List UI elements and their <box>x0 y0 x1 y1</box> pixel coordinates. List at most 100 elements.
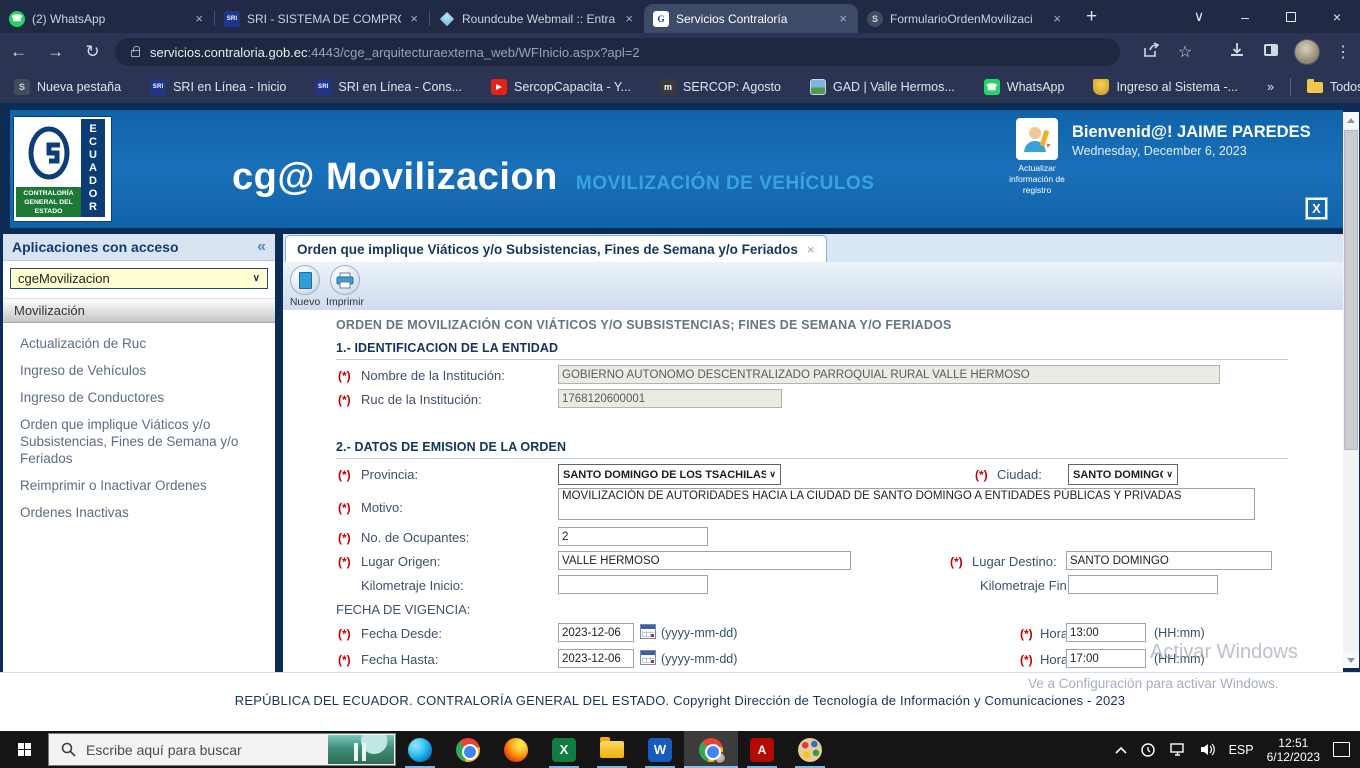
activate-windows-watermark: Activar Windows <box>1150 641 1298 663</box>
taskbar-edge-icon[interactable] <box>396 731 444 768</box>
scrollbar-thumb[interactable] <box>1344 130 1358 450</box>
tab-close-icon[interactable]: × <box>408 11 420 26</box>
tab-close-icon[interactable]: × <box>1051 11 1063 26</box>
nombre-institucion-input[interactable] <box>558 365 1220 384</box>
share-icon[interactable] <box>1134 41 1168 63</box>
tab-close-icon[interactable]: × <box>193 11 205 26</box>
hora-hasta-input[interactable] <box>1066 649 1146 668</box>
forward-icon[interactable]: → <box>37 42 74 62</box>
tab-sri[interactable]: SRI SRI - SISTEMA DE COMPROB × <box>215 4 429 33</box>
sidebar-item-orden-viaticos[interactable]: Orden que implique Viáticos y/o Subsiste… <box>20 416 272 467</box>
imprimir-button[interactable]: Imprimir <box>325 265 365 308</box>
bookmark-nueva-pestana[interactable]: S Nueva pestaña <box>14 79 121 95</box>
tray-expand-icon[interactable] <box>1115 746 1127 754</box>
taskbar-weather-image[interactable] <box>328 735 394 764</box>
vigencia-label: FECHA DE VIGENCIA: <box>336 602 471 617</box>
back-icon[interactable]: ← <box>0 42 37 62</box>
content-tab-bar: Orden que implique Viáticos y/o Subsiste… <box>283 234 1343 262</box>
required-mark: (*) <box>975 468 988 482</box>
taskbar-clock[interactable]: 12:51 6/12/2023 <box>1267 736 1320 764</box>
sidebar-item-ingreso-vehiculos[interactable]: Ingreso de Vehículos <box>20 362 261 379</box>
calendar-icon[interactable] <box>640 624 656 639</box>
calendar-icon[interactable] <box>640 650 656 665</box>
sidebar-item-ingreso-conductores[interactable]: Ingreso de Conductores <box>20 389 261 406</box>
bookmark-star-icon[interactable]: ☆ <box>1168 42 1202 62</box>
provincia-select[interactable]: SANTO DOMINGO DE LOS TSACHILAS ∨ <box>558 464 781 485</box>
ciudad-select[interactable]: SANTO DOMINGO ∨ <box>1068 464 1178 485</box>
ruc-institucion-input[interactable] <box>558 389 782 408</box>
hora-desde-input[interactable] <box>1066 623 1146 642</box>
page-scrollbar[interactable] <box>1343 112 1359 668</box>
content-tab-orden[interactable]: Orden que implique Viáticos y/o Subsiste… <box>285 235 827 262</box>
taskbar-paint-icon[interactable] <box>786 731 834 768</box>
chevron-down-icon: ∨ <box>1166 469 1173 479</box>
bookmark-sri-consultas[interactable]: SRI SRI en Línea - Cons... <box>315 79 462 95</box>
tab-formulario-orden[interactable]: S FormularioOrdenMovilizaci × <box>858 4 1072 33</box>
bookmark-gad-valle-hermoso[interactable]: GAD | Valle Hermos... <box>809 79 955 95</box>
required-mark: (*) <box>338 627 351 641</box>
taskbar-word-icon[interactable]: W <box>636 731 684 768</box>
required-mark: (*) <box>338 468 351 482</box>
bookmark-sercop-agosto[interactable]: m SERCOP: Agosto <box>660 79 781 95</box>
fecha-hasta-label: Fecha Hasta: <box>361 652 439 667</box>
tab-close-icon[interactable]: × <box>623 11 635 26</box>
all-bookmarks-button[interactable]: Todos los marcadores <box>1306 78 1360 94</box>
language-indicator[interactable]: ESP <box>1229 743 1254 757</box>
tab-servicios-contraloria[interactable]: G Servicios Contraloría × <box>644 4 858 33</box>
lock-icon[interactable] <box>131 46 140 57</box>
tray-network-icon[interactable] <box>1169 742 1186 757</box>
taskbar-excel-icon[interactable]: X <box>540 731 588 768</box>
tray-clock-icon[interactable] <box>1140 742 1156 758</box>
application-select[interactable]: cgeMovilizacion ∨ <box>10 268 268 289</box>
sidebar-item-reimprimir-inactivar[interactable]: Reimprimir o Inactivar Ordenes <box>20 477 261 494</box>
taskbar-chrome-icon[interactable] <box>444 731 492 768</box>
side-panel-icon[interactable] <box>1254 43 1288 61</box>
download-icon[interactable] <box>1220 42 1254 63</box>
tab-roundcube[interactable]: Roundcube Webmail :: Entra × <box>430 4 644 33</box>
lugar-origen-input[interactable] <box>558 551 851 570</box>
minimize-button[interactable]: – <box>1222 0 1268 33</box>
reload-icon[interactable]: ↻ <box>74 42 111 62</box>
nuevo-button[interactable]: Nuevo <box>285 265 325 308</box>
collapse-sidebar-icon[interactable]: « <box>257 238 266 256</box>
fecha-hasta-input[interactable] <box>558 649 634 668</box>
menu-dots-icon[interactable]: ⋮ <box>1326 42 1360 62</box>
scroll-up-button[interactable] <box>1343 112 1359 128</box>
close-window-button[interactable]: × <box>1314 0 1360 33</box>
content-tab-close-icon[interactable]: × <box>807 242 815 257</box>
scroll-down-button[interactable] <box>1343 652 1359 668</box>
notification-icon[interactable] <box>1333 742 1350 757</box>
new-tab-button[interactable]: + <box>1086 6 1097 28</box>
update-registration-link[interactable]: Actualizar información de registro <box>1002 163 1072 196</box>
bookmark-whatsapp[interactable]: ☎ WhatsApp <box>983 79 1064 95</box>
tab-close-icon[interactable]: × <box>837 11 849 26</box>
windows-start-button[interactable] <box>0 731 48 768</box>
taskbar-firefox-icon[interactable] <box>492 731 540 768</box>
tab-whatsapp[interactable]: ☎ (2) WhatsApp × <box>0 4 214 33</box>
fecha-desde-label: Fecha Desde: <box>361 626 442 641</box>
ocupantes-input[interactable] <box>558 527 708 546</box>
tab-search-chevron[interactable]: ∨ <box>1176 0 1222 33</box>
km-inicio-input[interactable] <box>558 575 708 594</box>
sidebar-group-movilizacion[interactable]: Movilización <box>3 298 275 323</box>
km-fin-input[interactable] <box>1068 575 1218 594</box>
sidebar-item-actualizacion-ruc[interactable]: Actualización de Ruc <box>20 335 261 352</box>
bookmarks-overflow-icon[interactable]: » <box>1267 80 1274 94</box>
taskbar-acrobat-icon[interactable]: A <box>738 731 786 768</box>
taskbar-explorer-icon[interactable] <box>588 731 636 768</box>
taskbar-search-input[interactable]: Escribe aquí para buscar <box>48 733 396 766</box>
url-field[interactable]: servicios.contraloria.gob.ec:4443/cge_ar… <box>115 38 1120 66</box>
taskbar-chrome-profile-icon[interactable] <box>684 731 738 768</box>
profile-avatar[interactable] <box>1294 39 1320 65</box>
sidebar-item-ordenes-inactivas[interactable]: Ordenes Inactivas <box>20 504 261 521</box>
close-app-button[interactable]: X <box>1305 197 1328 220</box>
motivo-textarea[interactable]: MOVILIZACIÓN DE AUTORIDADES HACIA LA CIU… <box>558 488 1255 520</box>
tray-volume-icon[interactable] <box>1199 742 1216 757</box>
restore-button[interactable] <box>1268 0 1314 33</box>
user-avatar[interactable] <box>1016 118 1058 160</box>
bookmark-sri-inicio[interactable]: SRI SRI en Línea - Inicio <box>150 79 286 95</box>
bookmark-sercop-capacita[interactable]: SercopCapacita - Y... <box>491 79 631 95</box>
lugar-destino-input[interactable] <box>1066 551 1272 570</box>
fecha-desde-input[interactable] <box>558 623 634 642</box>
bookmark-ingreso-sistema[interactable]: Ingreso al Sistema -... <box>1093 79 1238 95</box>
